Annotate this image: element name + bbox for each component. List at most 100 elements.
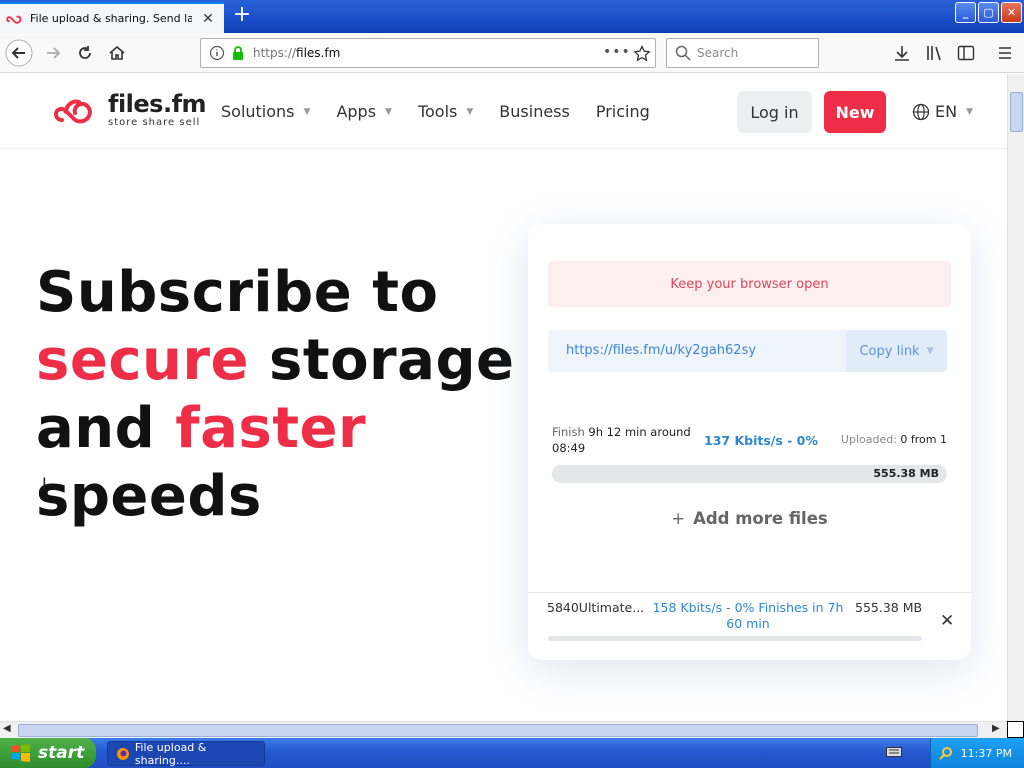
minimize-window-button[interactable]: _ <box>955 2 976 23</box>
bookmark-star-icon[interactable] <box>633 45 651 63</box>
maximize-window-button[interactable]: ▢ <box>978 2 999 23</box>
copy-link-label: Copy link <box>859 343 920 359</box>
login-button[interactable]: Log in <box>737 91 812 133</box>
windows-logo-icon <box>12 744 30 762</box>
upload-speed: 137 Kbits/s - 0% <box>704 433 818 448</box>
menu-label: Tools <box>417 102 458 121</box>
browser-tab[interactable]: File upload & sharing. Send large p ✕ <box>0 2 224 33</box>
site-header: files.fm store share sell Solutions ▼ App… <box>0 74 1007 149</box>
forward-arrow-icon <box>47 47 61 59</box>
back-arrow-icon <box>5 39 33 67</box>
hero-line-2: secure storage <box>36 328 515 393</box>
sidebar-toggle-icon[interactable] <box>957 44 975 62</box>
keyboard-icon[interactable] <box>886 745 902 759</box>
reload-icon <box>79 46 91 59</box>
uploaded-count: Uploaded: 0 from 1 <box>841 433 947 446</box>
horizontal-scroll-thumb[interactable] <box>18 724 978 737</box>
caret-down-icon: ▼ <box>303 106 311 117</box>
keep-browser-open-notice: Keep your browser open <box>548 261 951 307</box>
files-fm-logo[interactable]: files.fm store share sell <box>52 90 207 128</box>
forward-button[interactable] <box>38 38 68 68</box>
new-button[interactable]: New <box>824 91 886 133</box>
menu-label: Business <box>499 102 570 121</box>
hero-line-3: and faster <box>36 396 367 461</box>
search-bar[interactable]: Search <box>666 38 819 68</box>
text-cursor-icon: I <box>42 474 47 493</box>
horizontal-scrollbar[interactable]: ◀ ▶ <box>0 721 1007 738</box>
files-fm-favicon-icon <box>6 15 22 24</box>
caret-down-icon: ▼ <box>926 346 934 356</box>
total-progress-bar: 555.38 MB <box>552 465 947 483</box>
files-fm-logo-icon <box>53 99 92 124</box>
url-text: https://files.fm <box>253 46 341 60</box>
main-menu: Solutions ▼ Apps ▼ Tools ▼ Business Pricing <box>221 102 676 121</box>
start-label: start <box>38 743 85 763</box>
language-selector[interactable]: EN ▼ <box>912 102 973 121</box>
home-button[interactable] <box>102 38 132 68</box>
close-tab-icon[interactable]: ✕ <box>200 11 216 27</box>
add-more-files-button[interactable]: + Add more files <box>528 509 971 528</box>
new-tab-icon[interactable]: + <box>230 4 254 28</box>
scroll-right-icon[interactable]: ▶ <box>992 723 1000 734</box>
scroll-left-icon[interactable]: ◀ <box>3 723 11 734</box>
upload-card: Keep your browser open https://files.fm/… <box>528 224 971 660</box>
hamburger-menu-icon[interactable] <box>996 44 1014 62</box>
uploaded-value: 0 from 1 <box>900 433 947 446</box>
total-size: 555.38 MB <box>873 467 939 480</box>
remove-file-icon[interactable]: ✕ <box>940 611 954 631</box>
add-more-label: Add more files <box>693 509 828 528</box>
hero-headline: Subscribe to secure storage and faster s… <box>36 259 515 531</box>
library-icon[interactable] <box>925 44 943 62</box>
downloads-icon[interactable] <box>893 44 911 62</box>
share-link-url[interactable]: https://files.fm/u/ky2gah62sy <box>566 343 756 358</box>
page-actions-icon[interactable]: ••• <box>603 44 631 60</box>
start-button[interactable]: start <box>0 738 96 768</box>
upload-file-row: 5840Ultimate... 158 Kbits/s - 0% Finishe… <box>528 600 971 660</box>
file-name: 5840Ultimate... <box>547 600 645 615</box>
menu-label: Apps <box>336 102 377 121</box>
taskbar-item-firefox[interactable]: File upload & sharing.... <box>107 740 265 767</box>
taskbar: start File upload & sharing.... 11:37 PM <box>0 738 1024 768</box>
menu-item-tools[interactable]: Tools ▼ <box>418 102 473 121</box>
share-link-row: https://files.fm/u/ky2gah62sy Copy link … <box>548 330 947 372</box>
file-progress-bar <box>548 636 922 641</box>
menu-label: Solutions <box>221 102 295 121</box>
menu-item-solutions[interactable]: Solutions ▼ <box>221 102 310 121</box>
uploaded-label: Uploaded: <box>840 433 897 446</box>
reload-button[interactable] <box>70 38 100 68</box>
secure-lock-icon[interactable] <box>231 45 245 61</box>
globe-icon <box>912 103 930 120</box>
back-button[interactable] <box>4 38 34 68</box>
info-icon[interactable] <box>209 45 225 61</box>
divider <box>528 592 971 593</box>
vertical-scroll-thumb[interactable] <box>1010 92 1023 132</box>
scrollbar-corner <box>1007 721 1024 738</box>
file-size: 555.38 MB <box>855 600 923 615</box>
web-page: files.fm store share sell Solutions ▼ App… <box>0 74 1007 721</box>
menu-item-apps[interactable]: Apps ▼ <box>336 102 392 121</box>
copy-link-button[interactable]: Copy link ▼ <box>846 330 947 372</box>
close-window-button[interactable]: ✕ <box>1001 2 1022 23</box>
menu-label: Pricing <box>595 102 650 121</box>
tray-search-icon[interactable] <box>938 746 953 760</box>
taskbar-item-label: File upload & sharing.... <box>134 740 207 767</box>
hero-line-4: speeds <box>36 464 262 529</box>
caret-down-icon: ▼ <box>966 106 973 117</box>
menu-item-pricing[interactable]: Pricing <box>596 102 650 121</box>
clock[interactable]: 11:37 PM <box>961 747 1012 760</box>
menu-item-business[interactable]: Business <box>499 102 570 121</box>
browser-tab-strip: File upload & sharing. Send large p ✕ + … <box>0 0 1024 33</box>
tab-title: File upload & sharing. Send large p <box>30 12 192 25</box>
search-placeholder: Search <box>697 46 739 60</box>
finish-estimate: Finish 9h 12 min around 08:49 <box>552 424 692 456</box>
home-icon <box>109 45 125 60</box>
file-speed-status: 158 Kbits/s - 0% Finishes in 7h 60 min <box>652 600 844 631</box>
vertical-scrollbar[interactable] <box>1007 74 1024 721</box>
browser-toolbar: https://files.fm ••• Search <box>0 33 1024 73</box>
logo-name: files.fm <box>108 90 207 118</box>
language-label: EN <box>935 102 958 121</box>
address-bar[interactable]: https://files.fm ••• <box>200 38 656 68</box>
firefox-icon <box>116 747 129 760</box>
logo-tagline: store share sell <box>108 117 201 128</box>
caret-down-icon: ▼ <box>385 106 392 117</box>
